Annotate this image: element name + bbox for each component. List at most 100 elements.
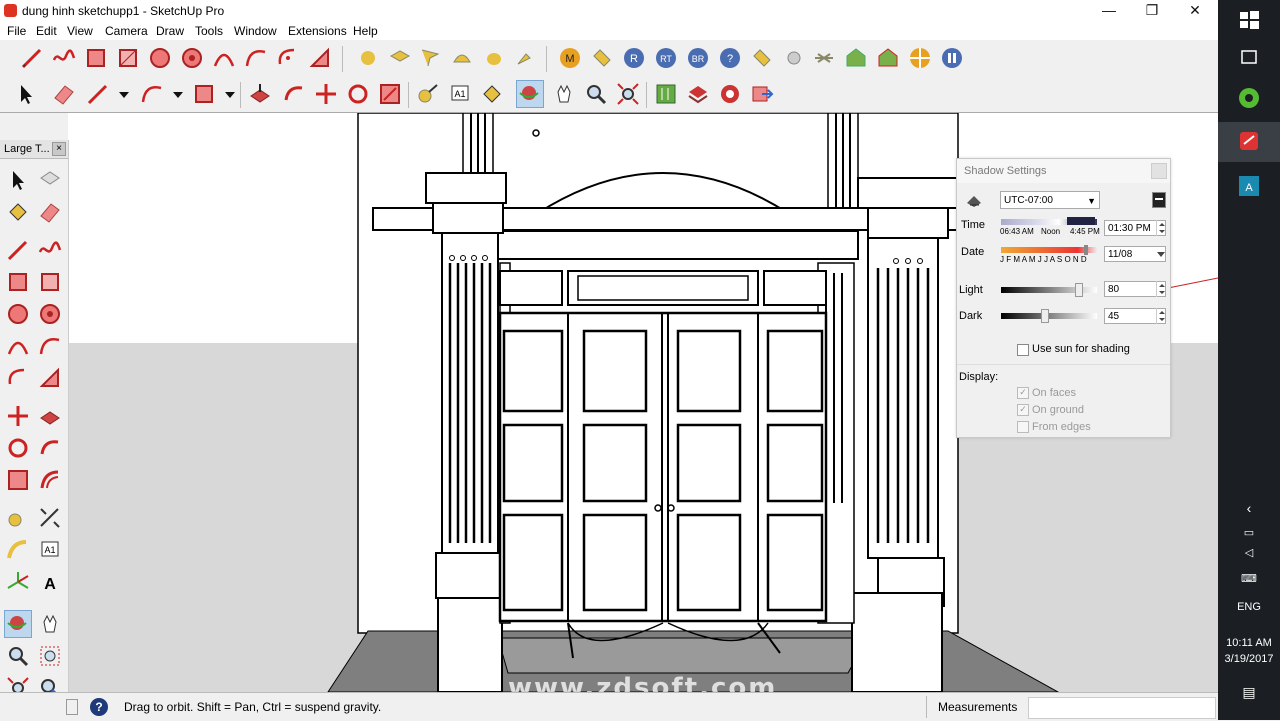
shape-tool-icon[interactable] xyxy=(192,82,216,106)
menu-tools[interactable]: Tools xyxy=(195,24,223,38)
extension-warehouse-icon[interactable] xyxy=(718,82,742,106)
eraser-icon[interactable] xyxy=(38,200,62,224)
measurements-input[interactable] xyxy=(1028,697,1216,719)
shadow-toggle-icon[interactable] xyxy=(965,193,983,209)
clock-time[interactable]: 10:11 AM xyxy=(1218,637,1280,649)
dark-spinner[interactable] xyxy=(1156,308,1167,324)
on-ground-checkbox[interactable]: ✓ xyxy=(1017,404,1029,416)
two-point-arc-icon[interactable] xyxy=(244,46,268,70)
app-sketchup-icon[interactable] xyxy=(1218,122,1280,162)
plugin-house-icon[interactable] xyxy=(844,46,868,70)
task-view-icon[interactable] xyxy=(1218,38,1280,78)
plugin-r-icon[interactable]: R xyxy=(622,46,646,70)
scale-icon[interactable] xyxy=(378,82,402,106)
notifications-icon[interactable]: ▤ xyxy=(1218,684,1280,701)
menu-view[interactable]: View xyxy=(67,24,93,38)
start-button[interactable] xyxy=(1218,0,1280,40)
tape-measure-icon[interactable] xyxy=(416,82,440,106)
move-icon[interactable] xyxy=(314,82,338,106)
from-edges-checkbox[interactable] xyxy=(1017,421,1029,433)
plugin-globe-icon[interactable] xyxy=(782,46,806,70)
menu-extensions[interactable]: Extensions xyxy=(288,24,347,38)
pie-icon[interactable] xyxy=(38,366,62,390)
line-icon[interactable] xyxy=(86,82,110,106)
shadow-settings-header[interactable]: Shadow Settings xyxy=(957,159,1170,183)
plugin-pause-icon[interactable] xyxy=(940,46,964,70)
text-icon[interactable]: A1 xyxy=(38,538,62,562)
paint-bucket-icon[interactable] xyxy=(6,200,30,224)
arc-dropdown-icon[interactable] xyxy=(166,82,183,106)
arc-icon[interactable] xyxy=(6,334,30,358)
rotate-icon[interactable] xyxy=(6,436,30,460)
plugin-tag-icon[interactable] xyxy=(590,46,614,70)
ellipse-icon[interactable] xyxy=(482,46,506,70)
freehand-icon[interactable] xyxy=(52,46,76,70)
plugin-br-icon[interactable]: BR xyxy=(686,46,710,70)
polygon-icon[interactable] xyxy=(38,302,62,326)
pan-icon[interactable] xyxy=(38,612,62,636)
language-indicator[interactable]: ENG xyxy=(1218,601,1280,613)
menu-draw[interactable]: Draw xyxy=(156,24,184,38)
toggle-details-icon[interactable] xyxy=(1152,192,1166,208)
protractor-icon[interactable] xyxy=(6,538,30,562)
plugin-target-icon[interactable] xyxy=(908,46,932,70)
date-slider-thumb[interactable] xyxy=(1084,245,1088,255)
timezone-select[interactable]: UTC-07:00 ▼ xyxy=(1000,191,1100,209)
battery-icon[interactable]: ▭ xyxy=(1218,526,1280,539)
palette-close-button[interactable]: × xyxy=(52,142,66,156)
rotated-rectangle-icon[interactable] xyxy=(38,270,62,294)
offset-icon[interactable] xyxy=(38,468,62,492)
on-faces-checkbox[interactable]: ✓ xyxy=(1017,387,1029,399)
app-dictionary-icon[interactable]: A xyxy=(1218,166,1280,206)
orbit-icon[interactable] xyxy=(4,610,32,638)
follow-me-icon[interactable] xyxy=(282,82,306,106)
dark-slider-thumb[interactable] xyxy=(1041,309,1050,323)
light-spinner[interactable] xyxy=(1156,281,1167,297)
plugin-house-alt-icon[interactable] xyxy=(876,46,900,70)
rotate-icon[interactable] xyxy=(346,82,370,106)
date-dropdown[interactable] xyxy=(1156,246,1166,262)
section-plane-icon[interactable] xyxy=(388,46,412,70)
line-icon[interactable] xyxy=(6,238,30,262)
tape-measure-icon[interactable] xyxy=(6,506,30,530)
circle-icon[interactable] xyxy=(148,46,172,70)
time-spinner[interactable] xyxy=(1156,220,1167,236)
zoom-extents-icon[interactable] xyxy=(616,82,640,106)
zoom-icon[interactable] xyxy=(6,644,30,668)
paint-bucket-icon[interactable] xyxy=(480,82,504,106)
volume-icon[interactable]: ◁ xyxy=(1218,546,1280,559)
zoom-icon[interactable] xyxy=(584,82,608,106)
date-slider-track[interactable] xyxy=(1001,247,1097,253)
dimension-icon[interactable] xyxy=(38,506,62,530)
scale-icon[interactable] xyxy=(6,468,30,492)
keyboard-icon[interactable]: ⌨ xyxy=(1218,572,1280,585)
axes-icon[interactable] xyxy=(6,570,30,594)
light-slider-thumb[interactable] xyxy=(1074,283,1083,297)
components-icon[interactable] xyxy=(686,82,710,106)
orbit-icon[interactable] xyxy=(516,80,544,108)
show-hidden-icons-icon[interactable]: ‹ xyxy=(1218,500,1280,516)
menu-camera[interactable]: Camera xyxy=(105,24,148,38)
arc-tool-icon[interactable] xyxy=(140,82,164,106)
select-icon[interactable] xyxy=(6,168,30,192)
clock-date[interactable]: 3/19/2017 xyxy=(1218,653,1280,665)
help-icon[interactable]: ? xyxy=(90,698,108,716)
text-icon[interactable]: A1 xyxy=(448,82,472,106)
freehand-icon[interactable] xyxy=(38,238,62,262)
select-icon[interactable] xyxy=(14,82,38,106)
app-green-icon[interactable] xyxy=(1218,78,1280,118)
close-button[interactable]: ✕ xyxy=(1174,0,1216,22)
rectangle-icon[interactable] xyxy=(84,46,108,70)
use-sun-checkbox[interactable] xyxy=(1017,344,1029,356)
zoom-window-icon[interactable] xyxy=(38,644,62,668)
3d-text-icon[interactable]: A xyxy=(38,570,62,594)
menu-file[interactable]: File xyxy=(7,24,26,38)
dome-icon[interactable] xyxy=(450,46,474,70)
menu-help[interactable]: Help xyxy=(353,24,378,38)
warehouse-icon[interactable] xyxy=(654,82,678,106)
plugin-label-icon[interactable] xyxy=(750,46,774,70)
plugin-m-icon[interactable]: M xyxy=(558,46,582,70)
geolocation-icon[interactable] xyxy=(66,699,78,715)
pushpin-icon[interactable] xyxy=(512,46,536,70)
eraser-icon[interactable] xyxy=(52,82,76,106)
